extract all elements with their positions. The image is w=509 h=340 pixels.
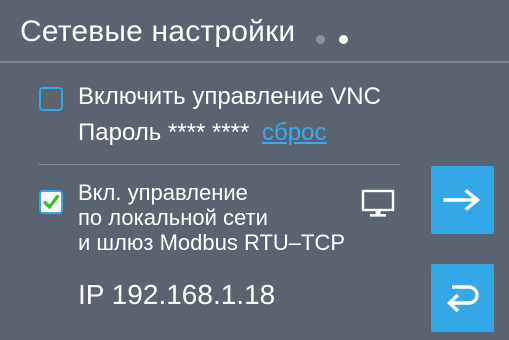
- lan-label-line-2: по локальной сети: [78, 205, 268, 230]
- vnc-enable-label: Включить управление VNC: [78, 83, 381, 110]
- page-dot-2: [339, 35, 348, 44]
- section-divider: [38, 164, 400, 165]
- monitor-icon: [361, 189, 395, 217]
- password-label: Пароль: [78, 119, 162, 146]
- page-dot-1: [316, 35, 325, 44]
- return-icon: [446, 285, 479, 313]
- ip-address: IP 192.168.1.18: [78, 279, 276, 310]
- password-reset-link[interactable]: сброс: [262, 119, 326, 146]
- header-divider: [0, 61, 509, 63]
- vnc-enable-checkbox[interactable]: [39, 87, 63, 111]
- arrow-right-icon: [442, 189, 480, 211]
- lan-control-label: Вкл. управление по локальной сети и шлюз…: [78, 180, 345, 255]
- back-button[interactable]: [431, 264, 494, 332]
- header: Сетевые настройки: [0, 0, 509, 66]
- lan-control-checkbox[interactable]: [39, 190, 63, 214]
- password-value: **** ****: [167, 119, 250, 146]
- password-row: Пароль **** **** сброс: [78, 118, 326, 148]
- next-button[interactable]: [431, 166, 494, 234]
- lan-label-line-3: и шлюз Modbus RTU–TCP: [78, 230, 346, 255]
- checkmark-icon: [43, 194, 60, 209]
- page-title: Сетевые настройки: [20, 15, 296, 48]
- lan-label-line-1: Вкл. управление: [78, 180, 248, 205]
